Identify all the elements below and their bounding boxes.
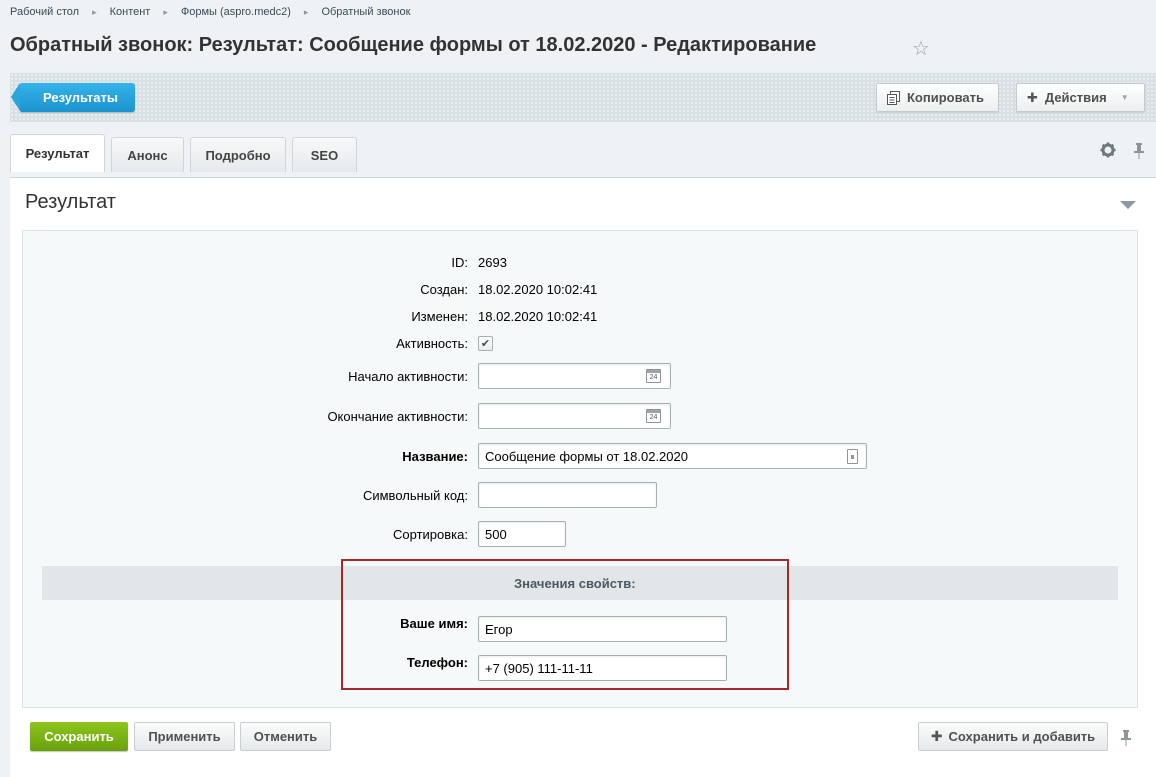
translit-icon[interactable] — [847, 449, 858, 464]
name-input[interactable]: Сообщение формы от 18.02.2020 — [478, 443, 867, 469]
content-panel: Результат ID: 2693 Создан: 18.02.2020 10… — [10, 177, 1156, 777]
active-label: Активность: — [396, 336, 468, 351]
chevron-right-icon: ▸ — [303, 6, 309, 17]
active-from-input[interactable]: 24 — [478, 363, 671, 389]
id-label: ID: — [451, 255, 468, 270]
results-back-label: Результаты — [43, 90, 118, 105]
tab-seo[interactable]: SEO — [292, 137, 357, 172]
chevron-right-icon: ▸ — [163, 6, 168, 17]
sort-value: 500 — [485, 526, 507, 542]
results-back-button[interactable]: Результаты — [11, 83, 135, 112]
calendar-icon[interactable]: 24 — [646, 369, 661, 383]
save-and-add-button[interactable]: ✚ Сохранить и добавить — [918, 722, 1108, 751]
actions-label: Действия — [1044, 90, 1107, 105]
plus-icon: ✚ — [1027, 89, 1038, 105]
apply-button[interactable]: Применить — [134, 722, 235, 751]
save-and-add-label: Сохранить и добавить — [948, 729, 1096, 744]
form-box: ID: 2693 Создан: 18.02.2020 10:02:41 Изм… — [22, 230, 1138, 708]
breadcrumb-item-content[interactable]: Контент — [110, 6, 151, 18]
active-to-label: Окончание активности: — [327, 409, 468, 424]
gear-icon[interactable] — [1100, 142, 1116, 163]
pin-icon[interactable] — [1121, 730, 1131, 751]
page-title: Обратный звонок: Результат: Сообщение фо… — [10, 34, 817, 56]
apply-label: Применить — [148, 729, 221, 744]
chevron-down-icon: ▼ — [1120, 93, 1129, 102]
collapse-arrow-icon[interactable] — [1120, 201, 1136, 209]
toolbar: Результаты Копировать ✚ Действия ▼ — [10, 73, 1156, 122]
created-value: 18.02.2020 10:02:41 — [478, 282, 598, 297]
cancel-button[interactable]: Отменить — [240, 722, 331, 751]
tab-result[interactable]: Результат — [10, 134, 105, 172]
your-name-input[interactable]: Егор — [478, 616, 727, 642]
created-label: Создан: — [420, 282, 468, 297]
sort-label: Сортировка: — [393, 527, 468, 542]
id-value: 2693 — [478, 255, 507, 270]
sort-input[interactable]: 500 — [478, 521, 566, 547]
name-value: Сообщение формы от 18.02.2020 — [485, 448, 688, 464]
breadcrumb-item-desktop[interactable]: Рабочий стол — [10, 6, 79, 18]
active-to-input[interactable]: 24 — [478, 403, 671, 429]
your-name-label: Ваше имя: — [400, 616, 468, 631]
chevron-right-icon: ▸ — [92, 6, 97, 17]
section-title: Результат — [25, 191, 116, 213]
name-label: Название: — [402, 449, 468, 464]
active-checkbox[interactable]: ✔ — [478, 336, 493, 351]
modified-label: Изменен: — [411, 309, 468, 324]
breadcrumb: Рабочий стол ▸ Контент ▸ Формы (aspro.me… — [10, 4, 410, 20]
calendar-icon[interactable]: 24 — [646, 409, 661, 423]
code-label: Символьный код: — [362, 488, 468, 503]
code-input[interactable] — [478, 482, 657, 508]
save-button[interactable]: Сохранить — [30, 722, 128, 751]
plus-icon: ✚ — [930, 728, 943, 744]
phone-input[interactable]: +7 (905) 111-11-11 — [478, 655, 727, 681]
tab-bar: Результат Анонс Подробно SEO — [10, 134, 363, 172]
pin-icon[interactable] — [1134, 143, 1144, 164]
tab-announce[interactable]: Анонс — [111, 137, 184, 172]
breadcrumb-item-callback[interactable]: Обратный звонок — [321, 6, 410, 18]
properties-header-label: Значения свойств: — [514, 575, 636, 591]
copy-button[interactable]: Копировать — [876, 83, 999, 112]
active-from-label: Начало активности: — [348, 369, 468, 384]
cancel-label: Отменить — [253, 729, 318, 744]
star-icon[interactable]: ☆ — [912, 36, 930, 61]
save-label: Сохранить — [44, 729, 114, 744]
phone-value: +7 (905) 111-11-11 — [485, 660, 593, 676]
tab-details[interactable]: Подробно — [190, 137, 286, 172]
breadcrumb-item-forms[interactable]: Формы (aspro.medc2) — [181, 6, 291, 18]
phone-label: Телефон: — [406, 655, 468, 670]
copy-label: Копировать — [907, 90, 985, 105]
modified-value: 18.02.2020 10:02:41 — [478, 309, 598, 324]
actions-dropdown-button[interactable]: ✚ Действия ▼ — [1016, 83, 1145, 112]
properties-header: Значения свойств: — [42, 566, 1118, 600]
copy-icon — [887, 90, 900, 105]
your-name-value: Егор — [485, 621, 513, 637]
